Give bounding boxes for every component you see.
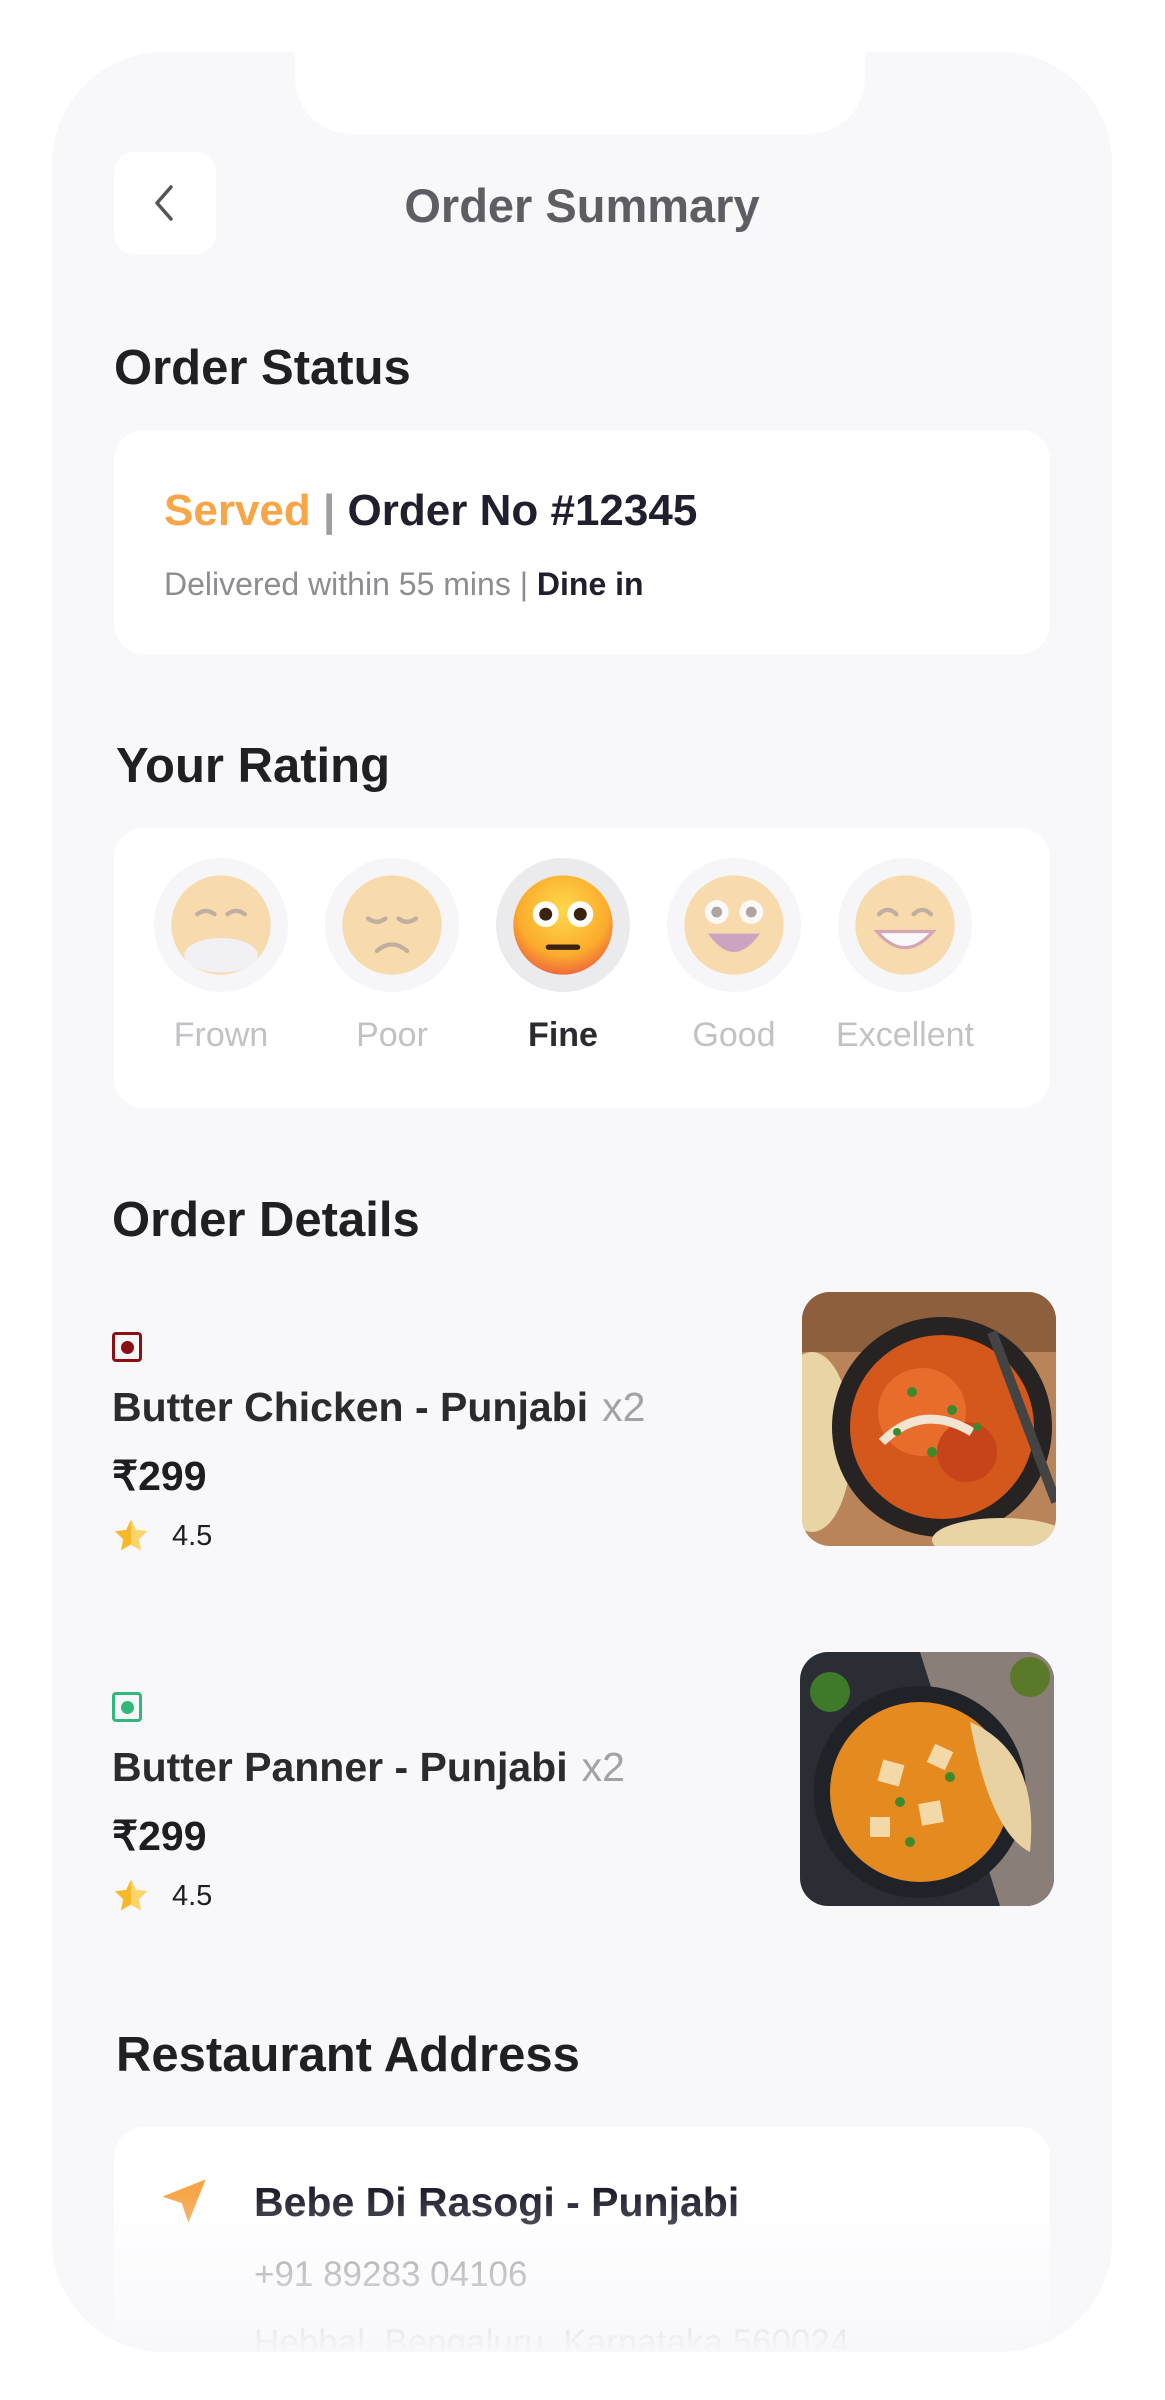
status-badge: Served bbox=[164, 486, 311, 535]
rating-label: Frown bbox=[173, 1016, 269, 1054]
phone-frame: Order Summary Order Status Served | Orde… bbox=[52, 52, 1112, 2352]
order-status-title: Order Status bbox=[114, 341, 411, 395]
star-icon bbox=[114, 1879, 148, 1911]
item-rating: 4.5 bbox=[112, 1878, 212, 1914]
restaurant-phone[interactable]: +91 89283 04106 bbox=[254, 2255, 527, 2295]
rating-label: Excellent bbox=[836, 1016, 974, 1054]
emoji-circle bbox=[154, 858, 288, 992]
rating-label: Fine bbox=[528, 1016, 598, 1054]
emoji-circle bbox=[838, 858, 972, 992]
status-subtitle: Delivered within 55 mins | Dine in bbox=[164, 566, 644, 603]
rating-option-excellent[interactable]: Excellent bbox=[820, 858, 990, 1055]
item-price: ₹299 bbox=[112, 1453, 207, 1499]
item-price: ₹299 bbox=[112, 1813, 207, 1859]
butter-paneer-image bbox=[800, 1652, 1054, 1906]
rating-value: 4.5 bbox=[172, 1519, 213, 1552]
emoji-circle bbox=[667, 858, 801, 992]
order-number: Order No #12345 bbox=[347, 486, 698, 535]
phone-notch bbox=[295, 52, 865, 134]
rating-label: Good bbox=[692, 1016, 776, 1054]
star-icon bbox=[114, 1519, 148, 1551]
restaurant-name: Bebe Di Rasogi - Punjabi bbox=[254, 2179, 740, 2225]
rating-label: Poor bbox=[356, 1016, 428, 1054]
neutral-face-icon bbox=[513, 875, 613, 975]
item-name: Butter Panner - Punjabi x2 bbox=[112, 1744, 625, 1790]
rating-option-fine[interactable]: Fine bbox=[478, 858, 648, 1055]
rating-value: 4.5 bbox=[172, 1879, 213, 1912]
rating-row: Frown Poor Fine Good Excellent bbox=[114, 858, 1050, 1088]
order-details-title: Order Details bbox=[112, 1193, 420, 1247]
rating-option-poor[interactable]: Poor bbox=[307, 858, 477, 1055]
rating-option-good[interactable]: Good bbox=[649, 858, 819, 1055]
sad-face-icon bbox=[342, 875, 442, 975]
status-separator: | bbox=[323, 486, 336, 535]
list-item[interactable]: Butter Panner - Punjabi x2 ₹299 4.5 bbox=[52, 1652, 1112, 1912]
item-quantity: x2 bbox=[581, 1744, 625, 1790]
exhaling-face-icon bbox=[171, 875, 271, 975]
non-veg-icon bbox=[112, 1332, 142, 1362]
item-quantity: x2 bbox=[602, 1384, 646, 1430]
rating-card: Frown Poor Fine Good Excellent bbox=[114, 828, 1050, 1108]
restaurant-address: Hebbal, Bengaluru, Karnataka 560024 bbox=[254, 2323, 850, 2352]
rating-option-frown[interactable]: Frown bbox=[136, 858, 306, 1055]
emoji-circle bbox=[325, 858, 459, 992]
order-mode: Dine in bbox=[536, 566, 644, 602]
status-line: Served | Order No #12345 bbox=[164, 486, 697, 536]
item-name: Butter Chicken - Punjabi x2 bbox=[112, 1384, 646, 1430]
restaurant-card: Bebe Di Rasogi - Punjabi +91 89283 04106… bbox=[114, 2127, 1050, 2352]
restaurant-address-title: Restaurant Address bbox=[116, 2028, 580, 2082]
navigation-arrow-icon bbox=[162, 2179, 206, 2223]
veg-icon bbox=[112, 1692, 142, 1722]
delivered-text: Delivered within 55 mins | bbox=[164, 566, 529, 602]
grinning-face-icon bbox=[855, 875, 955, 975]
order-status-card: Served | Order No #12345 Delivered withi… bbox=[114, 430, 1050, 654]
page-title: Order Summary bbox=[404, 179, 760, 232]
item-rating: 4.5 bbox=[112, 1518, 212, 1554]
rating-title: Your Rating bbox=[116, 739, 391, 793]
emoji-circle bbox=[496, 858, 630, 992]
smiling-face-icon bbox=[684, 875, 784, 975]
list-item[interactable]: Butter Chicken - Punjabi x2 ₹299 4.5 bbox=[52, 1292, 1112, 1552]
butter-chicken-image bbox=[802, 1292, 1056, 1546]
